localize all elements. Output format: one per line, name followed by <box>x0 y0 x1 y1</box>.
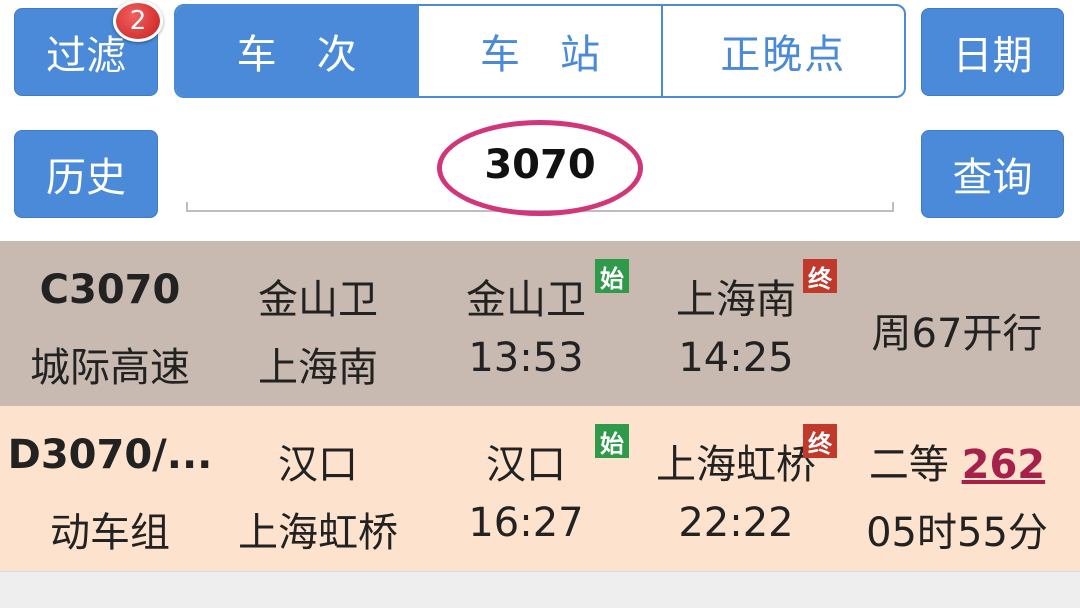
highlight-circle <box>437 120 643 216</box>
arrival-time: 14:25 <box>678 335 794 381</box>
operating-days: 周67开行 <box>871 311 1043 357</box>
departure-time: 13:53 <box>468 335 584 381</box>
seat-availability: 二等 262 <box>852 432 1062 490</box>
seat-count-link[interactable]: 262 <box>962 442 1046 488</box>
departure-time: 16:27 <box>468 500 584 546</box>
tab-punctuality-label: 正晚点 <box>720 32 847 78</box>
train-number: D3070/... <box>7 432 213 478</box>
result-row[interactable]: C3070 城际高速 金山卫 上海南 金山卫 始 13:53 上海南 终 14:… <box>0 241 1080 406</box>
tab-station-label: 车站 <box>479 32 640 78</box>
seat-class: 二等 <box>868 442 949 488</box>
query-button[interactable]: 查询 <box>921 130 1064 218</box>
tab-punctuality[interactable]: 正晚点 <box>660 6 904 96</box>
train-type: 动车组 <box>50 510 170 556</box>
end-tag: 终 <box>803 424 837 458</box>
search-mode-tabs: 车次 车站 正晚点 <box>174 4 906 98</box>
history-button[interactable]: 历史 <box>14 130 158 218</box>
origin-station: 汉口 <box>278 442 358 488</box>
end-tag: 终 <box>803 259 837 293</box>
start-tag: 始 <box>595 424 629 458</box>
tab-train-number-label: 车次 <box>236 32 397 78</box>
query-label: 查询 <box>952 155 1033 201</box>
date-label: 日期 <box>952 33 1033 79</box>
filter-count-badge: 2 <box>113 0 163 42</box>
train-type: 城际高速 <box>30 345 190 391</box>
train-number: C3070 <box>39 267 181 313</box>
tab-station[interactable]: 车站 <box>417 6 660 96</box>
arrival-time: 22:22 <box>678 500 794 546</box>
terminal-station: 上海虹桥 <box>238 510 398 556</box>
result-row[interactable]: D3070/... 动车组 汉口 上海虹桥 汉口 始 16:27 上海虹桥 终 … <box>0 406 1080 571</box>
origin-station: 金山卫 <box>258 277 378 323</box>
date-button[interactable]: 日期 <box>921 8 1064 96</box>
start-tag: 始 <box>595 259 629 293</box>
travel-duration: 05时55分 <box>866 510 1048 556</box>
filter-label: 过滤 <box>46 33 126 79</box>
history-label: 历史 <box>46 155 126 201</box>
terminal-station: 上海南 <box>258 345 378 391</box>
tab-train-number[interactable]: 车次 <box>176 6 418 96</box>
list-footer <box>0 571 1080 608</box>
